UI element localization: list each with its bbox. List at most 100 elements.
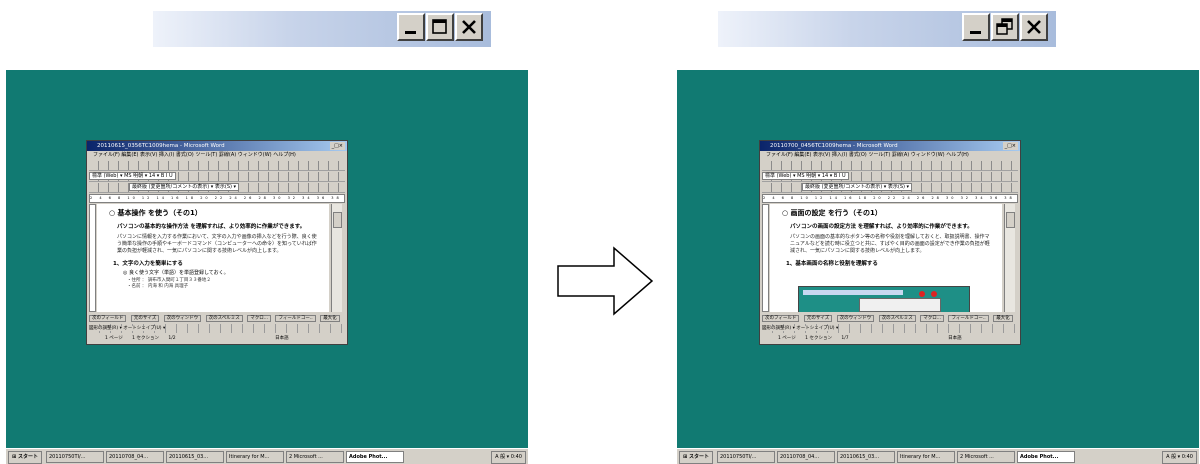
taskbar-items: 20110750TI/... 20110708_04... 20110615_03.… xyxy=(717,451,1077,463)
field-code-button[interactable]: フィールドコー.. xyxy=(948,315,989,322)
close-button[interactable] xyxy=(455,13,483,41)
system-tray[interactable]: A 般 ▾ 0:40 xyxy=(491,451,526,464)
system-tray[interactable]: A 般 ▾ 0:40 xyxy=(1162,451,1197,464)
doc-body: パソコンの画面の基本的なボタン等の名称や役割を理解しておくと、取扱説明書、操作マ… xyxy=(790,234,990,254)
original-size-button[interactable]: 元のサイズ xyxy=(130,315,160,322)
document-page[interactable]: ○ 基本操作 を使う（その1） パソコンの基本的な操作方法 を理解すれば、より効… xyxy=(97,204,329,312)
draw-toolbar-label[interactable]: 図形の調整(R) ▾ オートシェイプ(U) ▾ xyxy=(89,326,166,331)
doc-heading: ○ 画面の設定 を行う（その1） xyxy=(782,209,882,217)
maximize-button[interactable] xyxy=(426,13,454,41)
review-selector[interactable]: 最終版 (変更箇所/コメントの表示) ▾ 表示(S) ▾ xyxy=(129,183,240,191)
field-toolbar[interactable]: 次のフィールド 元のサイズ 次のウィンドウ 次のスペルミス マクロ... フィー… xyxy=(762,314,1016,323)
review-selector[interactable]: 最終版 (変更箇所/コメントの表示) ▾ 表示(S) ▾ xyxy=(802,183,913,191)
titlebar-buttons-restored-state xyxy=(718,11,1056,47)
next-field-button[interactable]: 次のフィールド xyxy=(762,315,800,322)
drawing-toolbar[interactable]: 図形の調整(R) ▾ オートシェイプ(U) ▾ xyxy=(89,324,343,333)
word-status-bar: 1 ページ 1 セクション 1/2 日本語 xyxy=(89,334,343,343)
next-window-button[interactable]: 次のウィンドウ xyxy=(836,315,875,322)
close-icon xyxy=(1027,20,1041,34)
taskbar-item[interactable]: 20110750TI/... xyxy=(717,451,775,463)
vertical-scrollbar[interactable] xyxy=(331,204,342,312)
macro-button[interactable]: マクロ... xyxy=(920,315,945,322)
right-arrow-icon xyxy=(557,246,654,316)
next-spelling-button[interactable]: 次のスペルミス xyxy=(205,315,243,322)
standard-toolbar[interactable] xyxy=(89,161,345,171)
reviewing-toolbar[interactable]: 最終版 (変更箇所/コメントの表示) ▾ 表示(S) ▾ xyxy=(89,183,345,193)
doc-subheading: パソコンの基本的な操作方法 を理解すれば、より効率的に作業ができます。 xyxy=(117,224,306,230)
doc-list-heading: 1、文字の入力を簡単にする xyxy=(113,261,183,267)
font-selector[interactable]: 標準 (Web) ▾ MS 明朝 ▾ 14 ▾ B I U xyxy=(762,172,849,180)
red-marker-icon xyxy=(919,291,925,297)
status-section: 1 セクション xyxy=(805,336,832,341)
taskbar-item[interactable]: 20110708_04... xyxy=(777,451,835,463)
word-menu-bar[interactable]: ファイル(F) 編集(E) 表示(V) 挿入(I) 書式(O) ツール(T) 罫… xyxy=(760,151,1020,160)
status-page-count: 1/2 xyxy=(168,336,176,341)
word-title-bar[interactable]: 20110700_0456TC1009hema - Microsoft Word… xyxy=(760,141,1020,151)
standard-toolbar[interactable] xyxy=(762,161,1018,171)
taskbar-item-active[interactable]: Adobe Phot... xyxy=(346,451,404,463)
word-window-title: 20110615_0356TC1009hema - Microsoft Word xyxy=(97,143,225,149)
restore-icon xyxy=(996,18,1013,35)
windows-logo-icon: ⊞ xyxy=(12,454,17,460)
taskbar-item[interactable]: 2 Microsoft ... xyxy=(286,451,344,463)
embedded-screenshot-image xyxy=(798,286,970,312)
status-language: 日本語 xyxy=(948,336,962,341)
word-window[interactable]: 20110615_0356TC1009hema - Microsoft Word… xyxy=(86,140,348,345)
word-title-bar[interactable]: 20110615_0356TC1009hema - Microsoft Word… xyxy=(87,141,347,151)
start-button[interactable]: ⊞ スタート xyxy=(679,451,713,464)
maximize-text-button[interactable]: 最大化 xyxy=(993,315,1013,322)
maximize-icon xyxy=(432,19,447,34)
next-window-button[interactable]: 次のウィンドウ xyxy=(163,315,202,322)
minimize-icon xyxy=(970,31,981,34)
field-code-button[interactable]: フィールドコー.. xyxy=(275,315,316,322)
next-spelling-button[interactable]: 次のスペルミス xyxy=(878,315,916,322)
drawing-toolbar[interactable]: 図形の調整(R) ▾ オートシェイプ(U) ▾ xyxy=(762,324,1016,333)
macro-button[interactable]: マクロ... xyxy=(247,315,272,322)
draw-toolbar-label[interactable]: 図形の調整(R) ▾ オートシェイプ(U) ▾ xyxy=(762,326,839,331)
word-window-controls[interactable]: _□× xyxy=(329,142,345,150)
taskbar-item-active[interactable]: Adobe Phot... xyxy=(1017,451,1075,463)
next-field-button[interactable]: 次のフィールド xyxy=(89,315,127,322)
windows-taskbar: ⊞ スタート 20110750TI/... 20110708_04... 20110… xyxy=(6,448,528,464)
reviewing-toolbar[interactable]: 最終版 (変更箇所/コメントの表示) ▾ 表示(S) ▾ xyxy=(762,183,1018,193)
field-toolbar[interactable]: 次のフィールド 元のサイズ 次のウィンドウ 次のスペルミス マクロ... フィー… xyxy=(89,314,343,323)
maximize-text-button[interactable]: 最大化 xyxy=(320,315,340,322)
vertical-scrollbar[interactable] xyxy=(1004,204,1015,312)
red-marker-icon xyxy=(931,291,937,297)
word-window-title: 20110700_0456TC1009hema - Microsoft Word xyxy=(770,143,898,149)
vertical-ruler xyxy=(89,204,96,312)
taskbar-item[interactable]: 2 Microsoft ... xyxy=(957,451,1015,463)
taskbar-item[interactable]: 20110750TI/... xyxy=(46,451,104,463)
restore-button[interactable] xyxy=(991,13,1019,41)
start-label: スタート xyxy=(17,454,38,460)
doc-heading: ○ 基本操作 を使う（その1） xyxy=(109,209,202,217)
doc-list-sub: ・名前 ： 内海 和 内海 具理子 xyxy=(127,284,189,289)
original-size-button[interactable]: 元のサイズ xyxy=(803,315,833,322)
word-window-controls[interactable]: _□× xyxy=(1002,142,1018,150)
start-button[interactable]: ⊞ スタート xyxy=(8,451,42,464)
formatting-toolbar[interactable]: 標準 (Web) ▾ MS 明朝 ▾ 14 ▾ B I U xyxy=(89,172,345,182)
doc-list-item: ◎ 良く使う文字（単語）を単語登録しておく。 xyxy=(123,270,229,276)
start-label: スタート xyxy=(688,454,709,460)
word-window[interactable]: 20110700_0456TC1009hema - Microsoft Word… xyxy=(759,140,1021,345)
taskbar-item[interactable]: 20110615_03... xyxy=(166,451,224,463)
formatting-toolbar[interactable]: 標準 (Web) ▾ MS 明朝 ▾ 14 ▾ B I U xyxy=(762,172,1018,182)
status-language: 日本語 xyxy=(275,336,289,341)
document-page[interactable]: ○ 画面の設定 を行う（その1） パソコンの画面の設定方法 を理解すれば、より効… xyxy=(770,204,1002,312)
minimize-button[interactable] xyxy=(397,13,425,41)
close-button[interactable] xyxy=(1020,13,1048,41)
status-page: 1 ページ xyxy=(778,336,796,341)
close-icon xyxy=(462,20,476,34)
status-section: 1 セクション xyxy=(132,336,159,341)
taskbar-item[interactable]: Itinerary for M... xyxy=(897,451,955,463)
desktop-screenshot-left: 20110615_0356TC1009hema - Microsoft Word… xyxy=(6,70,528,464)
font-selector[interactable]: 標準 (Web) ▾ MS 明朝 ▾ 14 ▾ B I U xyxy=(89,172,176,180)
taskbar-items: 20110750TI/... 20110708_04... 20110615_03.… xyxy=(46,451,406,463)
vertical-ruler xyxy=(762,204,769,312)
taskbar-item[interactable]: Itinerary for M... xyxy=(226,451,284,463)
horizontal-ruler: 2 4 6 8 10 12 14 16 18 20 22 24 26 28 30… xyxy=(89,194,345,203)
word-menu-bar[interactable]: ファイル(F) 編集(E) 表示(V) 挿入(I) 書式(O) ツール(T) 罫… xyxy=(87,151,347,160)
taskbar-item[interactable]: 20110708_04... xyxy=(106,451,164,463)
taskbar-item[interactable]: 20110615_03... xyxy=(837,451,895,463)
minimize-button[interactable] xyxy=(962,13,990,41)
